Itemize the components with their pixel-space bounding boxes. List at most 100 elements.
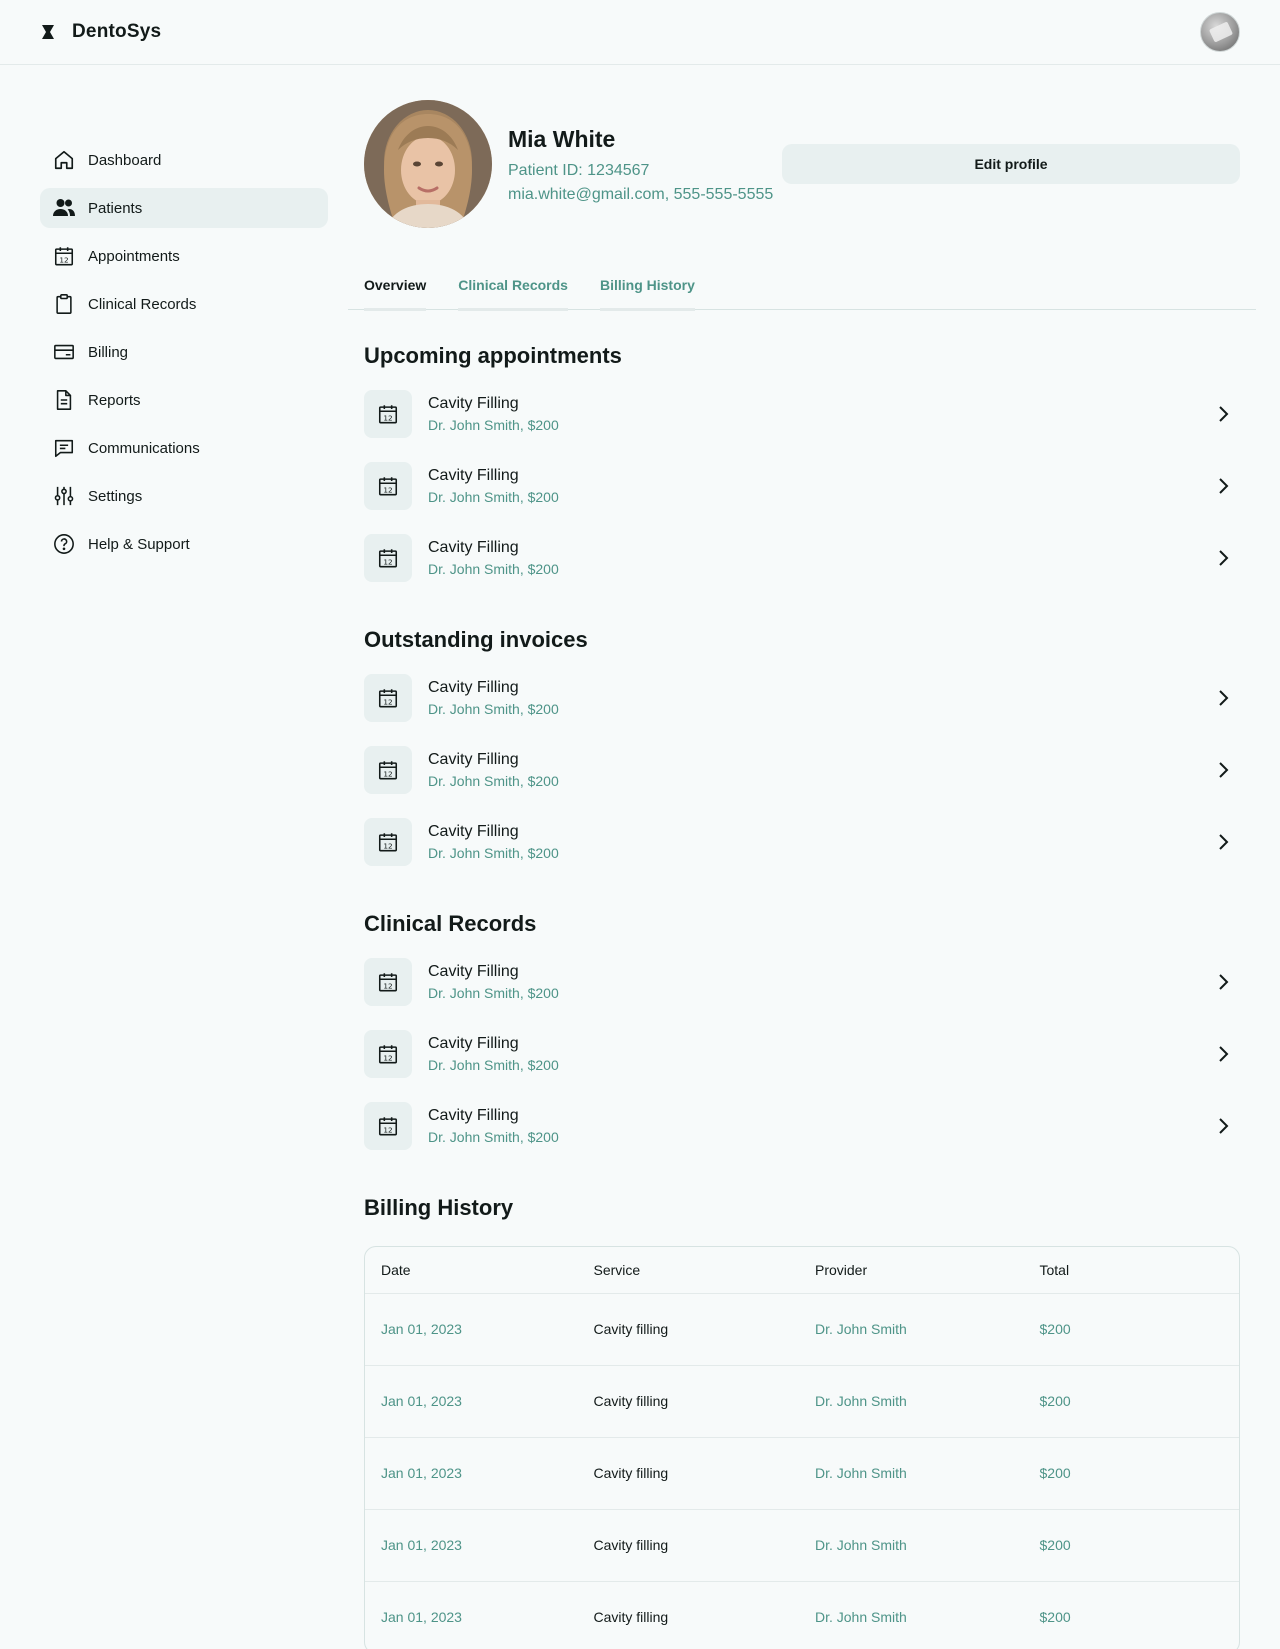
table-row[interactable]: Jan 01, 2023 Cavity filling Dr. John Smi… <box>365 1436 1239 1509</box>
cell-date: Jan 01, 2023 <box>381 1321 462 1337</box>
svg-text:12: 12 <box>383 557 392 566</box>
svg-text:12: 12 <box>383 1125 392 1134</box>
calendar-icon: 12 <box>364 818 412 866</box>
billing-history-table: Date Service Provider Total Jan 01, 2023… <box>364 1246 1240 1649</box>
list-item[interactable]: 12 Cavity Filling Dr. John Smith, $200 <box>348 806 1256 878</box>
chevron-right-icon[interactable] <box>1212 970 1236 994</box>
cell-service: Cavity filling <box>577 1436 799 1509</box>
list-item[interactable]: 12 Cavity Filling Dr. John Smith, $200 <box>348 1090 1256 1162</box>
item-subtitle: Dr. John Smith, $200 <box>428 561 559 577</box>
main-content: Mia White Patient ID: 1234567 mia.white@… <box>348 100 1256 1649</box>
chevron-right-icon[interactable] <box>1212 1114 1236 1138</box>
chevron-right-icon[interactable] <box>1212 686 1236 710</box>
chevron-right-icon[interactable] <box>1212 546 1236 570</box>
table-row[interactable]: Jan 01, 2023 Cavity filling Dr. John Smi… <box>365 1364 1239 1437</box>
sidebar: Dashboard Patients 12 Appointments Clini… <box>40 140 328 572</box>
table-row[interactable]: Jan 01, 2023 Cavity filling Dr. John Smi… <box>365 1580 1239 1649</box>
sidebar-item-billing[interactable]: Billing <box>40 332 328 372</box>
cell-provider: Dr. John Smith <box>798 1436 1024 1509</box>
column-header-service[interactable]: Service <box>577 1247 799 1294</box>
item-subtitle: Dr. John Smith, $200 <box>428 701 559 717</box>
svg-text:12: 12 <box>383 1053 392 1062</box>
logo-icon <box>40 24 56 40</box>
sidebar-item-clinical-records[interactable]: Clinical Records <box>40 284 328 324</box>
table-row[interactable]: Jan 01, 2023 Cavity filling Dr. John Smi… <box>365 1508 1239 1581</box>
item-subtitle: Dr. John Smith, $200 <box>428 489 559 505</box>
item-subtitle: Dr. John Smith, $200 <box>428 417 559 433</box>
item-title: Cavity Filling <box>428 1035 519 1052</box>
chevron-right-icon[interactable] <box>1212 1042 1236 1066</box>
brand[interactable]: DentoSys <box>40 21 161 43</box>
app-name: DentoSys <box>72 21 162 42</box>
chevron-right-icon[interactable] <box>1212 758 1236 782</box>
tab-billing-history[interactable]: Billing History <box>599 261 695 311</box>
calendar-icon: 12 <box>364 746 412 794</box>
cell-provider: Dr. John Smith <box>798 1508 1024 1581</box>
sidebar-item-communications[interactable]: Communications <box>40 428 328 468</box>
list-item[interactable]: 12 Cavity Filling Dr. John Smith, $200 <box>348 522 1256 594</box>
list-item[interactable]: 12 Cavity Filling Dr. John Smith, $200 <box>348 450 1256 522</box>
patient-contact: mia.white@gmail.com, 555-555-5555 <box>508 186 774 203</box>
patient-photo <box>364 100 492 228</box>
sidebar-item-appointments[interactable]: 12 Appointments <box>40 236 328 276</box>
patient-id: Patient ID: 1234567 <box>508 162 650 179</box>
sidebar-item-label: Communications <box>88 439 200 457</box>
table-row[interactable]: Jan 01, 2023 Cavity filling Dr. John Smi… <box>365 1293 1239 1365</box>
cell-service: Cavity filling <box>577 1364 799 1437</box>
chevron-right-icon[interactable] <box>1212 830 1236 854</box>
cell-total: $200 <box>1023 1436 1239 1509</box>
sidebar-item-dashboard[interactable]: Dashboard <box>40 140 328 180</box>
chevron-right-icon[interactable] <box>1212 402 1236 426</box>
column-header-total[interactable]: Total <box>1023 1247 1239 1294</box>
column-header-date[interactable]: Date <box>365 1247 578 1294</box>
item-subtitle: Dr. John Smith, $200 <box>428 985 559 1001</box>
file-text-icon <box>52 388 76 412</box>
cell-provider: Dr. John Smith <box>798 1364 1024 1437</box>
calendar-icon: 12 <box>364 1030 412 1078</box>
patient-info: Mia White Patient ID: 1234567 mia.white@… <box>508 126 773 207</box>
sidebar-item-label: Patients <box>88 199 143 217</box>
sidebar-item-settings[interactable]: Settings <box>40 476 328 516</box>
users-icon <box>52 196 76 220</box>
clinical-records-list: 12 Cavity Filling Dr. John Smith, $200 12… <box>348 946 1256 1162</box>
sidebar-item-patients[interactable]: Patients <box>40 188 328 228</box>
home-icon <box>52 148 76 172</box>
user-avatar[interactable] <box>1200 12 1240 52</box>
calendar-icon: 12 <box>364 958 412 1006</box>
item-title: Cavity Filling <box>428 823 519 840</box>
svg-text:12: 12 <box>383 697 392 706</box>
outstanding-invoices-title: Outstanding invoices <box>364 627 588 652</box>
chevron-right-icon[interactable] <box>1212 474 1236 498</box>
tab-clinical-records[interactable]: Clinical Records <box>458 261 568 311</box>
calendar-icon: 12 <box>364 674 412 722</box>
item-subtitle: Dr. John Smith, $200 <box>428 773 559 789</box>
patient-profile-header: Mia White Patient ID: 1234567 mia.white@… <box>364 100 1256 230</box>
cell-date: Jan 01, 2023 <box>365 1364 578 1437</box>
list-item[interactable]: 12 Cavity Filling Dr. John Smith, $200 <box>348 662 1256 734</box>
svg-text:12: 12 <box>383 981 392 990</box>
sidebar-item-label: Billing <box>88 343 129 361</box>
message-icon <box>52 436 76 460</box>
cell-service: Cavity filling <box>593 1321 669 1337</box>
calendar-icon: 12 <box>52 244 76 268</box>
cell-total: $200 <box>1023 1580 1239 1649</box>
outstanding-invoices-list: 12 Cavity Filling Dr. John Smith, $200 12… <box>348 662 1256 878</box>
edit-profile-button[interactable]: Edit profile <box>782 144 1240 184</box>
item-title: Cavity Filling <box>428 679 519 696</box>
cell-date: Jan 01, 2023 <box>365 1580 578 1649</box>
patient-name: Mia White <box>508 126 616 152</box>
sidebar-item-reports[interactable]: Reports <box>40 380 328 420</box>
list-item[interactable]: 12 Cavity Filling Dr. John Smith, $200 <box>348 946 1256 1018</box>
svg-text:12: 12 <box>383 841 392 850</box>
svg-text:12: 12 <box>383 769 392 778</box>
tab-overview[interactable]: Overview <box>364 261 427 311</box>
item-title: Cavity Filling <box>428 1107 519 1124</box>
list-item[interactable]: 12 Cavity Filling Dr. John Smith, $200 <box>348 734 1256 806</box>
list-item[interactable]: 12 Cavity Filling Dr. John Smith, $200 <box>348 378 1256 450</box>
item-subtitle: Dr. John Smith, $200 <box>428 845 559 861</box>
sidebar-item-help-support[interactable]: Help & Support <box>40 524 328 564</box>
cell-total: $200 <box>1039 1321 1071 1337</box>
column-header-provider[interactable]: Provider <box>798 1247 1024 1294</box>
cell-total: $200 <box>1023 1364 1239 1437</box>
list-item[interactable]: 12 Cavity Filling Dr. John Smith, $200 <box>348 1018 1256 1090</box>
